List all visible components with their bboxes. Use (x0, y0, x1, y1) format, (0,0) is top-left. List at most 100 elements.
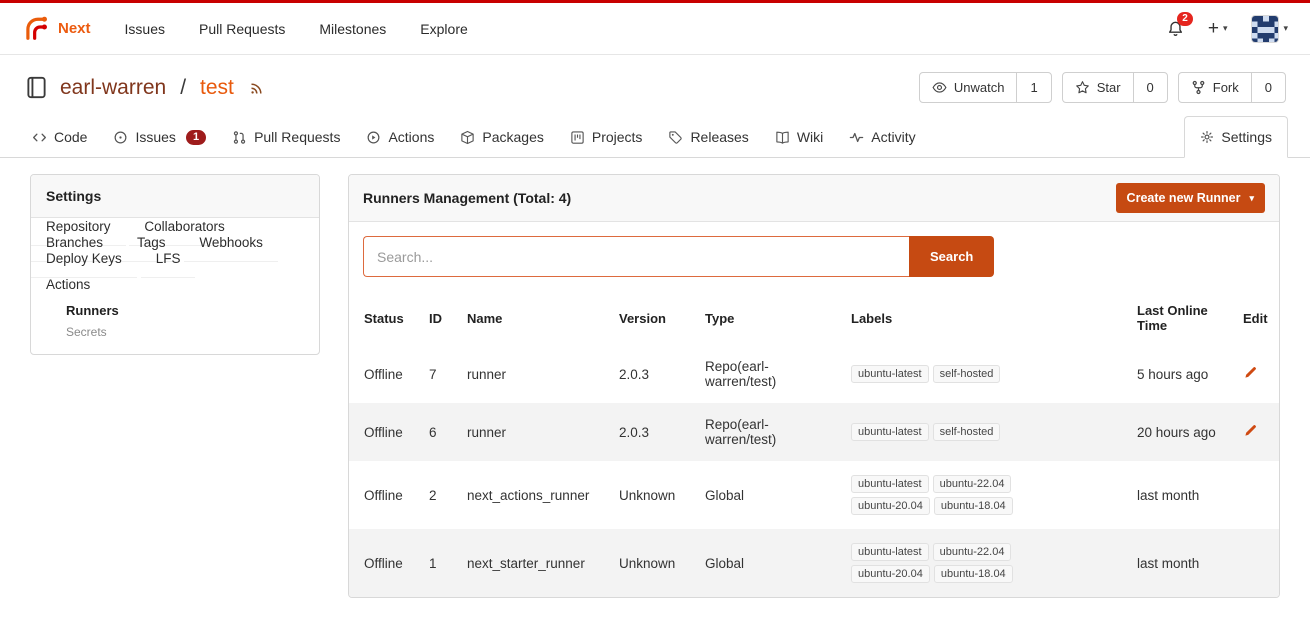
runner-name: next_actions_runner (459, 461, 611, 529)
sidebar-subitem-runners[interactable]: Runners (66, 300, 304, 321)
table-row: Offline 2 next_actions_runner Unknown Gl… (349, 461, 1279, 529)
repo-separator: / (180, 76, 186, 100)
repo-name-link[interactable]: test (200, 76, 234, 100)
notifications-button[interactable]: 2 (1167, 20, 1184, 37)
tab-activity[interactable]: Activity (839, 117, 925, 157)
tab-label: Issues (135, 129, 175, 145)
edit-runner-icon[interactable] (1243, 365, 1258, 380)
top-navbar: Next Issues Pull Requests Milestones Exp… (0, 3, 1310, 55)
nav-item-issues[interactable]: Issues (125, 21, 165, 37)
fork-icon (1191, 80, 1206, 95)
gear-icon (1200, 130, 1214, 144)
unwatch-button[interactable]: Unwatch (920, 73, 1017, 102)
sidebar-item-lfs[interactable]: LFS (141, 240, 196, 278)
table-row: Offline 1 next_starter_runner Unknown Gl… (349, 529, 1279, 597)
runners-panel: Runners Management (Total: 4) Create new… (348, 174, 1280, 598)
book-icon (775, 130, 790, 145)
repo-header: earl-warren / test Unwatch 1 (0, 55, 1310, 116)
tab-label: Code (54, 129, 87, 145)
search-button[interactable]: Search (909, 236, 994, 277)
forks-count[interactable]: 0 (1251, 73, 1285, 102)
runners-table: Status ID Name Version Type Labels Last … (349, 291, 1279, 597)
rss-feed-icon[interactable] (249, 80, 265, 96)
label-chip: ubuntu-latest (851, 365, 929, 383)
edit-runner-icon[interactable] (1243, 423, 1258, 438)
table-row: Offline 6 runner 2.0.3 Repo(earl-warren/… (349, 403, 1279, 461)
home-link[interactable]: Next (22, 15, 91, 42)
nav-item-milestones[interactable]: Milestones (319, 21, 386, 37)
watchers-count[interactable]: 1 (1016, 73, 1050, 102)
runner-status: Offline (349, 461, 421, 529)
create-new-menu[interactable]: + ▾ (1208, 21, 1228, 37)
sidebar-item-deploy-keys[interactable]: Deploy Keys (31, 240, 137, 278)
tab-code[interactable]: Code (22, 117, 97, 157)
label-chip: ubuntu-18.04 (934, 497, 1013, 515)
runner-type: Repo(earl-warren/test) (697, 345, 843, 403)
col-version: Version (611, 291, 697, 345)
runner-id: 2 (421, 461, 459, 529)
runner-version: Unknown (611, 529, 697, 597)
tab-packages[interactable]: Packages (450, 117, 553, 157)
label-chip: ubuntu-latest (851, 475, 929, 493)
runner-id: 6 (421, 403, 459, 461)
label-chip: ubuntu-18.04 (934, 565, 1013, 583)
nav-item-explore[interactable]: Explore (420, 21, 467, 37)
label-chip: self-hosted (933, 365, 1001, 383)
tab-actions[interactable]: Actions (356, 117, 444, 157)
sidebar-subitem-secrets[interactable]: Secrets (66, 321, 304, 341)
label-chip: ubuntu-20.04 (851, 497, 930, 515)
tab-settings[interactable]: Settings (1184, 116, 1288, 158)
tab-pull-requests[interactable]: Pull Requests (222, 117, 350, 157)
stars-count[interactable]: 0 (1133, 73, 1167, 102)
forgejo-logo-icon (22, 15, 49, 42)
runner-last-online: last month (1129, 461, 1235, 529)
tab-label: Actions (388, 129, 434, 145)
chevron-down-icon: ▾ (1249, 193, 1254, 204)
tab-label: Wiki (797, 129, 823, 145)
tab-issues[interactable]: Issues 1 (103, 117, 216, 157)
avatar (1251, 15, 1279, 43)
runner-id: 1 (421, 529, 459, 597)
nav-item-pull-requests[interactable]: Pull Requests (199, 21, 285, 37)
label-chip: ubuntu-22.04 (933, 475, 1012, 493)
runner-version: Unknown (611, 461, 697, 529)
notification-count-badge: 2 (1177, 12, 1193, 26)
tab-projects[interactable]: Projects (560, 117, 653, 157)
tab-label: Releases (690, 129, 748, 145)
runner-status: Offline (349, 345, 421, 403)
issue-icon (113, 130, 128, 145)
repo-owner-link[interactable]: earl-warren (60, 76, 166, 100)
runner-version: 2.0.3 (611, 345, 697, 403)
sidebar-item-webhooks[interactable]: Webhooks (184, 224, 278, 262)
runner-last-online: last month (1129, 529, 1235, 597)
user-menu[interactable]: ▾ (1251, 15, 1288, 43)
runner-labels: ubuntu-latest self-hosted (851, 365, 1036, 383)
chevron-down-icon: ▾ (1223, 23, 1228, 34)
tab-releases[interactable]: Releases (658, 117, 758, 157)
play-circle-icon (366, 130, 381, 145)
watch-button-group: Unwatch 1 (919, 72, 1052, 103)
package-icon (460, 130, 475, 145)
runner-labels: ubuntu-latest self-hosted (851, 423, 1036, 441)
actions-submenu: Runners Secrets (46, 292, 304, 343)
star-button[interactable]: Star (1063, 73, 1133, 102)
fork-button[interactable]: Fork (1179, 73, 1251, 102)
col-type: Type (697, 291, 843, 345)
pulse-icon (849, 130, 864, 145)
sidebar-item-actions[interactable]: Actions Runners Secrets (31, 266, 319, 354)
runner-labels: ubuntu-latest ubuntu-22.04 ubuntu-20.04 … (851, 543, 1036, 583)
create-runner-button[interactable]: Create new Runner ▾ (1116, 183, 1265, 213)
search-input[interactable] (363, 236, 909, 277)
runner-type: Global (697, 529, 843, 597)
tab-wiki[interactable]: Wiki (765, 117, 833, 157)
brand-label: Next (58, 20, 91, 37)
runner-type: Global (697, 461, 843, 529)
runner-name: runner (459, 345, 611, 403)
runners-panel-header: Runners Management (Total: 4) Create new… (349, 175, 1279, 222)
runner-last-online: 20 hours ago (1129, 403, 1235, 461)
tab-label: Settings (1221, 129, 1272, 145)
page-content: Settings Repository Collaborators Branch… (0, 158, 1310, 598)
col-id: ID (421, 291, 459, 345)
search-row: Search (349, 222, 1279, 291)
runner-search-form: Search (363, 236, 1265, 277)
